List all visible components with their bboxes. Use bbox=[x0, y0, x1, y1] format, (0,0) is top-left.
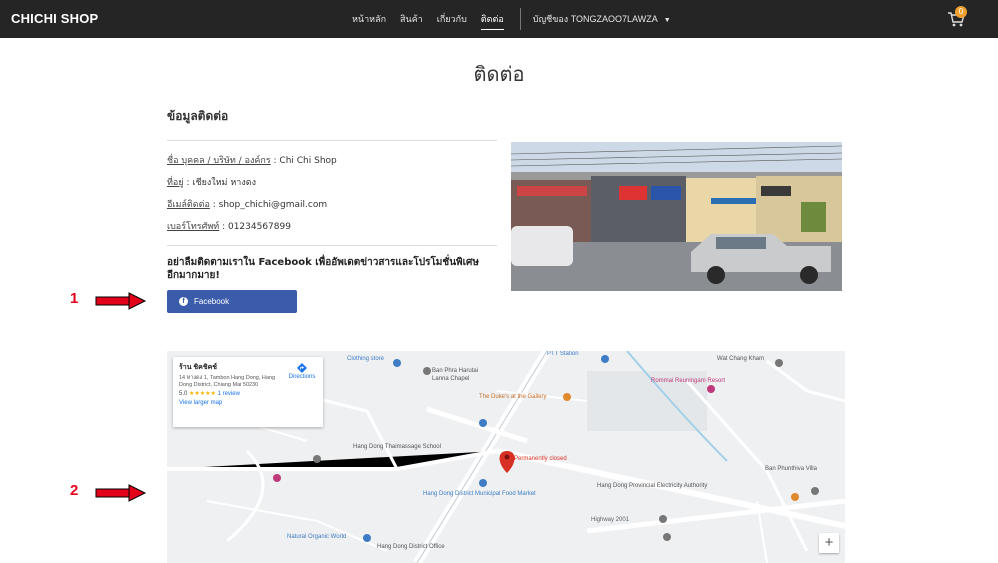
nav-link-home[interactable]: หน้าหลัก bbox=[352, 9, 386, 29]
caret-down-icon: ▼ bbox=[663, 17, 671, 24]
facebook-button-label: Facebook bbox=[194, 297, 230, 306]
map-label: Hang Dong District Office bbox=[377, 544, 445, 550]
nav-link-products[interactable]: สินค้า bbox=[400, 9, 423, 29]
map-place-card: ร้าน ชิคชิคช์ 14 หางดง 1, Tambon Hang Do… bbox=[173, 357, 323, 427]
contact-heading: ข้อมูลติดต่อ bbox=[167, 107, 497, 141]
facebook-button[interactable]: f Facebook bbox=[167, 290, 297, 313]
account-label: บัญชีของ TONGZAOO7LAWZA bbox=[532, 14, 658, 24]
directions-icon bbox=[297, 363, 307, 373]
contact-label: ที่อยู่ bbox=[167, 178, 184, 188]
map-label: Hang Dong Provincial Electricity Authori… bbox=[597, 483, 708, 489]
annotation-number-1: 1 bbox=[70, 290, 79, 307]
review-count-link[interactable]: 1 review bbox=[218, 391, 240, 397]
contact-value: : Chi Chi Shop bbox=[270, 156, 337, 166]
map-label: The Duke's at the Gallery bbox=[479, 394, 547, 400]
map-label: Lanna Chapel bbox=[432, 376, 470, 382]
contact-label: อีเมล์ติดต่อ bbox=[167, 200, 210, 210]
rating-value: 5.0 bbox=[179, 391, 188, 397]
nav-link-about[interactable]: เกี่ยวกับ bbox=[437, 9, 467, 29]
map-label: Hang Dong District Municipal Food Market bbox=[423, 491, 536, 497]
storefront-illustration bbox=[511, 142, 842, 291]
follow-facebook-text: อย่าลืมติดตามเราใน Facebook เพื่ออัพเดตข… bbox=[167, 257, 479, 281]
contact-row-name: ชื่อ บุคคล / บริษัท / องค์กร : Chi Chi S… bbox=[167, 154, 497, 176]
brand-logo[interactable]: CHICHI SHOP bbox=[11, 11, 98, 26]
place-rating: 5.0 ★★★★★ 1 review bbox=[179, 390, 317, 397]
contact-row-email: อีเมล์ติดต่อ : shop_chichi@gmail.com bbox=[167, 198, 497, 220]
map-label: Highway 2001 bbox=[591, 517, 630, 523]
cart-button[interactable]: 0 bbox=[946, 6, 968, 31]
contact-value: : เชียงใหม่ หางดง bbox=[183, 178, 256, 188]
contact-info-section: ข้อมูลติดต่อ ชื่อ บุคคล / บริษัท / องค์ก… bbox=[167, 107, 497, 282]
divider: อย่าลืมติดตามเราใน Facebook เพื่ออัพเดตข… bbox=[167, 245, 497, 282]
annotation-arrow-1-icon bbox=[95, 292, 147, 310]
directions-button[interactable]: Directions bbox=[285, 363, 319, 380]
map-label: Ban Phra Harutai bbox=[432, 368, 479, 374]
nav-links: หน้าหลัก สินค้า เกี่ยวกับ ติดต่อ บัญชีขอ… bbox=[352, 0, 671, 38]
contact-row-address: ที่อยู่ : เชียงใหม่ หางดง bbox=[167, 176, 497, 198]
nav-link-contact[interactable]: ติดต่อ bbox=[480, 9, 504, 30]
nav-divider bbox=[519, 8, 521, 30]
contact-row-phone: เบอร์โทรศัพท์ : 01234567899 bbox=[167, 220, 497, 242]
map-label: Permanently closed bbox=[514, 456, 567, 462]
map-label: Ban Phunthiva Villa bbox=[765, 466, 817, 472]
place-address: 14 หางดง 1, Tambon Hang Dong, Hang Dong … bbox=[179, 375, 276, 388]
contact-value: : shop_chichi@gmail.com bbox=[209, 200, 328, 210]
contact-label: ชื่อ บุคคล / บริษัท / องค์กร bbox=[167, 156, 271, 166]
embedded-map[interactable]: Ban Phra Harutai Lanna Chapel PTT Statio… bbox=[167, 351, 845, 563]
shop-storefront-photo bbox=[511, 142, 842, 291]
page-title: ติดต่อ bbox=[473, 62, 525, 86]
map-label: Natural Organic World bbox=[287, 534, 347, 540]
directions-label: Directions bbox=[288, 374, 316, 380]
map-label: PTT Station bbox=[547, 351, 579, 357]
contact-value: : 01234567899 bbox=[219, 222, 291, 232]
annotation-arrow-2-icon bbox=[95, 484, 147, 502]
cart-count-badge: 0 bbox=[955, 6, 967, 18]
map-zoom-in-button[interactable]: + bbox=[819, 533, 839, 553]
account-menu[interactable]: บัญชีของ TONGZAOO7LAWZA ▼ bbox=[533, 12, 671, 26]
map-label: Rommai Reuningam Resort bbox=[651, 378, 726, 384]
contact-label: เบอร์โทรศัพท์ bbox=[167, 222, 220, 232]
facebook-icon: f bbox=[179, 297, 188, 306]
view-larger-map-link[interactable]: View larger map bbox=[179, 400, 317, 406]
annotation-number-2: 2 bbox=[70, 482, 79, 499]
top-navbar: CHICHI SHOP หน้าหลัก สินค้า เกี่ยวกับ ติ… bbox=[0, 0, 998, 38]
map-label: Clothing store bbox=[347, 356, 385, 362]
map-label: Hang Dong Thaimassage School bbox=[353, 444, 441, 450]
rating-stars-icon: ★★★★★ bbox=[189, 391, 216, 397]
map-label: Wat Chang Kham bbox=[717, 356, 765, 362]
